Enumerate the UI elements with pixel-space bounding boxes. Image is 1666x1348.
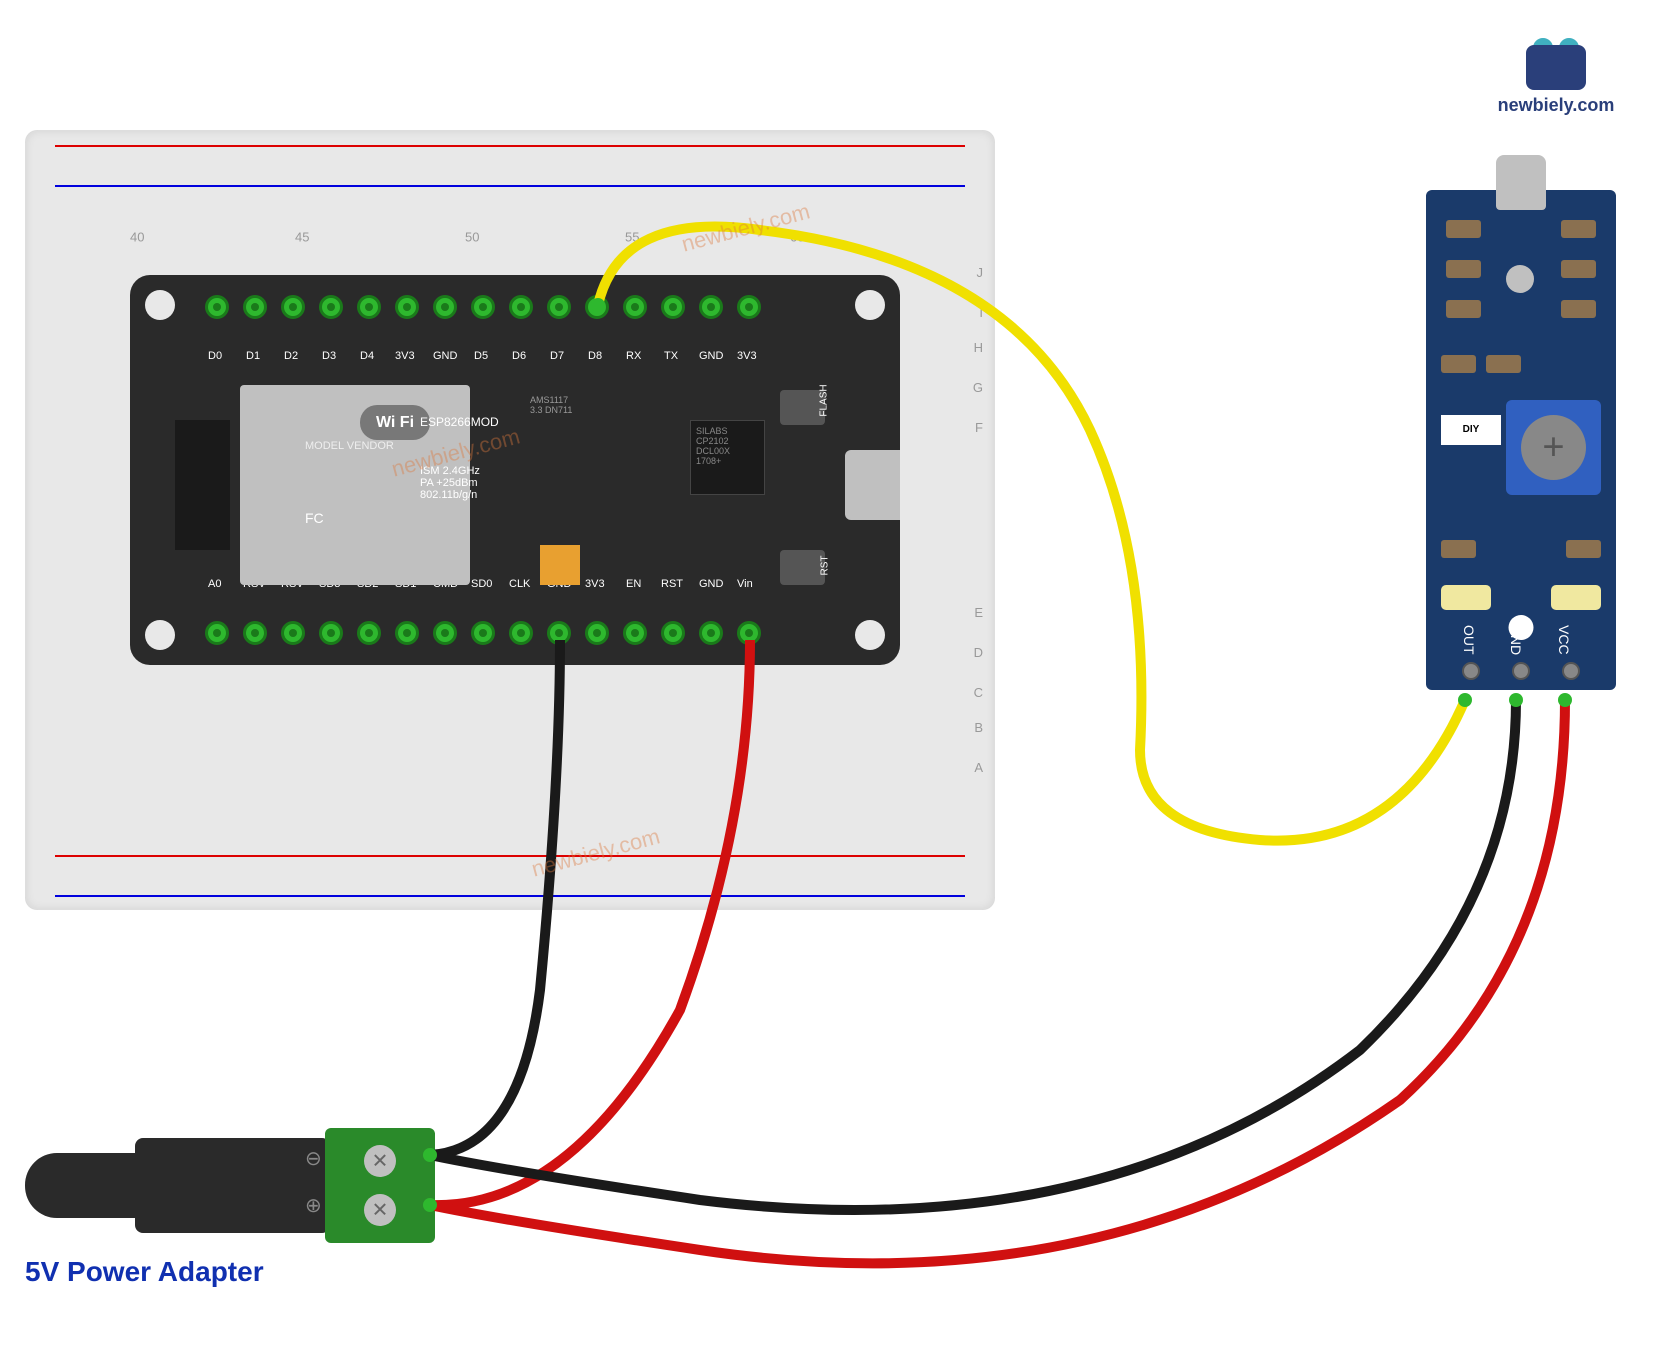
col-num: 60 — [790, 230, 804, 245]
pin-sd0: SD0 — [471, 621, 495, 645]
pin-a0: A0 — [205, 621, 229, 645]
row-letter: C — [974, 685, 983, 700]
screw-terminal-plus — [364, 1194, 396, 1226]
row-letter: H — [974, 340, 983, 355]
pin-d6: D6 — [509, 295, 533, 319]
screw-terminals — [325, 1128, 435, 1243]
power-adapter-jack: ⊖ ⊕ — [25, 1128, 435, 1243]
row-letter: J — [977, 265, 984, 280]
pin-label-vcc: VCC — [1556, 625, 1572, 655]
pin-sd1: SD1 — [395, 621, 419, 645]
pin-clk: CLK — [509, 621, 533, 645]
pin-gnd: GND — [433, 295, 457, 319]
nodemcu-pins-top: D0 D1 D2 D3 D4 3V3 GND D5 D6 D7 D8 RX TX… — [205, 295, 761, 319]
pin-label-out: OUT — [1461, 625, 1477, 655]
pin-d8: D8 — [585, 295, 609, 319]
row-letter: F — [975, 420, 983, 435]
pin-en: EN — [623, 621, 647, 645]
pin-d2: D2 — [281, 295, 305, 319]
chip-specs: ISM 2.4GHz PA +25dBm 802.11b/g/n — [420, 465, 480, 501]
sensor-led — [1441, 585, 1491, 610]
sensor-screw-hole — [1506, 265, 1534, 293]
row-letter: A — [974, 760, 983, 775]
sensor-pin-gnd — [1512, 662, 1530, 680]
screw-terminal-minus — [364, 1145, 396, 1177]
col-num: 55 — [625, 230, 639, 245]
pin-gnd: GND — [699, 295, 723, 319]
micro-usb-port — [845, 450, 900, 520]
owl-icon — [1516, 30, 1596, 90]
sound-sensor-module: DIY MH OUT GND VCC — [1426, 190, 1616, 690]
chip-model: ESP8266MOD — [420, 415, 499, 429]
chip-vendor-text: MODEL VENDOR — [305, 440, 394, 452]
pin-rsv: RSV — [243, 621, 267, 645]
pin-d0: D0 — [205, 295, 229, 319]
site-logo: newbiely.com — [1491, 30, 1621, 116]
pin-3v3: 3V3 — [737, 295, 761, 319]
row-letter: G — [973, 380, 983, 395]
microphone-icon — [1496, 155, 1546, 210]
pin-gnd: GND — [699, 621, 723, 645]
row-letter: B — [974, 720, 983, 735]
pin-label-gnd: GND — [1508, 624, 1524, 655]
nodemcu-board: D0 D1 D2 D3 D4 3V3 GND D5 D6 D7 D8 RX TX… — [130, 275, 900, 665]
row-letter: D — [974, 645, 983, 660]
pin-d4: D4 — [357, 295, 381, 319]
pin-d5: D5 — [471, 295, 495, 319]
pin-sd2: SD2 — [357, 621, 381, 645]
barrel-plug — [25, 1153, 145, 1218]
pin-3v3: 3V3 — [585, 621, 609, 645]
minus-terminal-icon: ⊖ — [305, 1146, 322, 1171]
pin-tx: TX — [661, 295, 685, 319]
pin-d3: D3 — [319, 295, 343, 319]
pin-rx: RX — [623, 295, 647, 319]
row-letter: E — [974, 605, 983, 620]
pin-gnd: GND — [547, 621, 571, 645]
pin-rsv: RSV — [281, 621, 305, 645]
row-letter: I — [979, 305, 983, 320]
esp-antenna — [175, 420, 230, 550]
usb-serial-chip: SILABS CP2102 DCL00X 1708+ — [690, 420, 765, 495]
pin-rst: RST — [661, 621, 685, 645]
capacitor — [540, 545, 580, 585]
col-num: 50 — [465, 230, 479, 245]
power-adapter-label: 5V Power Adapter — [25, 1256, 264, 1288]
potentiometer — [1506, 400, 1601, 495]
sensor-pin-vcc — [1562, 662, 1580, 680]
col-num: 40 — [130, 230, 144, 245]
sensor-led — [1551, 585, 1601, 610]
pin-cmd: CMD — [433, 621, 457, 645]
pin-d1: D1 — [243, 295, 267, 319]
reset-button — [780, 550, 825, 585]
logo-text: newbiely.com — [1491, 95, 1621, 116]
pin-sd3: SD3 — [319, 621, 343, 645]
plus-terminal-icon: ⊕ — [305, 1193, 322, 1218]
col-num: 45 — [295, 230, 309, 245]
pin-3v3: 3V3 — [395, 295, 419, 319]
regulator-label: AMS1117 3.3 DN711 — [530, 395, 572, 415]
pin-d7: D7 — [547, 295, 571, 319]
sensor-pin-out — [1462, 662, 1480, 680]
pin-vin: Vin — [737, 621, 761, 645]
fcc-logo-icon: FC — [305, 510, 324, 526]
diy-logo: DIY — [1441, 415, 1501, 445]
nodemcu-pins-bottom: A0 RSV RSV SD3 SD2 SD1 CMD SD0 CLK GND 3… — [205, 621, 761, 645]
